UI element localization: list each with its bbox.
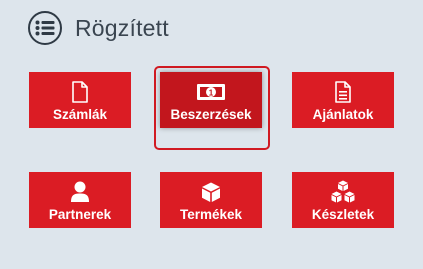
section-title: Rögzített [75,14,169,41]
box-icon [200,180,222,204]
tile-ajanlatok[interactable]: Ajánlatok [292,72,394,128]
banknote-icon: 1 [196,80,226,104]
document-icon [71,80,89,104]
user-icon [70,180,90,204]
text-document-icon [334,80,352,104]
tile-label: Termékek [179,207,243,222]
section-header: Rögzített [28,11,169,45]
tile-termekek[interactable]: Termékek [160,172,262,228]
tile-label: Készletek [311,207,375,222]
tile-label: Ajánlatok [312,107,374,122]
svg-text:1: 1 [209,89,214,98]
boxes-icon [330,180,356,204]
tile-beszerzesek[interactable]: 1 Beszerzések [160,72,262,128]
tile-label: Beszerzések [170,107,252,122]
list-circle-icon [28,11,62,45]
tile-partnerek[interactable]: Partnerek [29,172,131,228]
tile-label: Partnerek [48,207,112,222]
tile-label: Számlák [52,107,108,122]
tile-keszletek[interactable]: Készletek [292,172,394,228]
tile-szamlak[interactable]: Számlák [29,72,131,128]
